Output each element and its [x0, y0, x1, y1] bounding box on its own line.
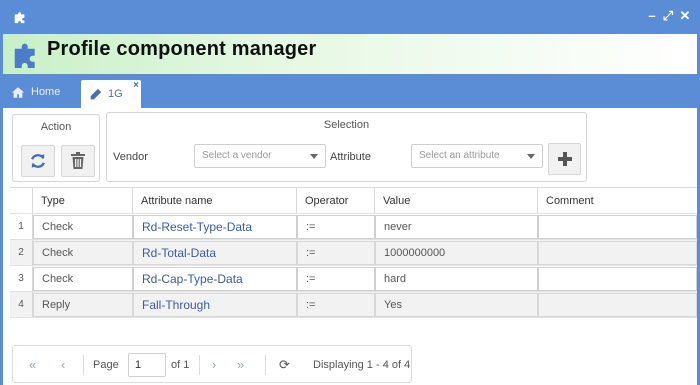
- row-number: 4: [10, 292, 33, 317]
- column-header-value[interactable]: Value: [375, 188, 538, 213]
- value-cell[interactable]: never: [375, 215, 538, 239]
- column-header-operator[interactable]: Operator: [297, 188, 375, 213]
- puzzle-logo-icon: [14, 43, 35, 68]
- refresh-icon: [31, 154, 45, 168]
- type-cell[interactable]: Check: [33, 215, 133, 239]
- type-cell[interactable]: Check: [33, 241, 133, 265]
- column-header-type[interactable]: Type: [33, 188, 133, 213]
- type-cell[interactable]: Reply: [33, 293, 133, 317]
- comment-cell[interactable]: [538, 267, 697, 291]
- tab-home-label: Home: [31, 86, 61, 98]
- comment-cell[interactable]: [538, 215, 697, 239]
- table-row[interactable]: 2 Check Rd-Total-Data := 1000000000: [10, 240, 697, 266]
- attribute-cell[interactable]: Rd-Total-Data: [133, 241, 297, 265]
- selection-group: Selection Vendor Select a vendor Attribu…: [106, 112, 587, 182]
- attribute-cell[interactable]: Fall-Through: [133, 293, 297, 317]
- operator-cell[interactable]: :=: [297, 215, 375, 239]
- column-header-comment[interactable]: Comment: [538, 188, 697, 213]
- operator-cell[interactable]: :=: [297, 293, 375, 317]
- attribute-label: Attribute: [330, 151, 371, 163]
- page-title: Profile component manager: [47, 38, 317, 60]
- type-cell[interactable]: Check: [33, 267, 133, 291]
- table-row[interactable]: 4 Reply Fall-Through := Yes: [10, 292, 697, 318]
- page-number-input[interactable]: 1: [128, 353, 166, 377]
- tab-1g[interactable]: 1G ×: [81, 80, 141, 108]
- table-row[interactable]: 1 Check Rd-Reset-Type-Data := never: [10, 214, 697, 240]
- column-header-attribute[interactable]: Attribute name: [133, 188, 297, 213]
- tab-home[interactable]: Home: [11, 82, 60, 102]
- chevron-down-icon: [527, 154, 535, 159]
- close-window-button[interactable]: ✕: [678, 9, 692, 23]
- app-window: – ⤢ ✕ Profile component manager Home 1G …: [0, 0, 700, 385]
- page-count: of 1: [171, 359, 190, 371]
- attribute-placeholder: Select an attribute: [419, 150, 500, 161]
- vendor-label: Vendor: [113, 151, 148, 163]
- selection-legend: Selection: [323, 119, 370, 131]
- action-group: Action: [12, 114, 100, 182]
- tab-1g-label: 1G: [108, 88, 123, 100]
- chevron-down-icon: [310, 154, 318, 159]
- trash-icon: [71, 152, 85, 169]
- add-attribute-button[interactable]: [548, 143, 581, 175]
- display-status: Displaying 1 - 4 of 4: [313, 359, 411, 371]
- delete-button[interactable]: [61, 145, 95, 177]
- minimize-button[interactable]: –: [645, 9, 659, 23]
- attributes-grid: Type Attribute name Operator Value Comme…: [10, 187, 697, 318]
- refresh-grid-icon[interactable]: ⟳: [279, 358, 290, 372]
- action-legend: Action: [40, 121, 72, 133]
- value-cell[interactable]: hard: [375, 267, 538, 291]
- operator-cell[interactable]: :=: [297, 241, 375, 265]
- page-header: Profile component manager: [3, 34, 697, 74]
- vendor-select[interactable]: Select a vendor: [194, 144, 326, 168]
- comment-cell[interactable]: [538, 293, 697, 317]
- prev-page-button[interactable]: ‹: [61, 358, 65, 372]
- refresh-button[interactable]: [21, 145, 55, 177]
- vendor-placeholder: Select a vendor: [202, 150, 272, 161]
- grid-header: Type Attribute name Operator Value Comme…: [10, 188, 697, 214]
- comment-cell[interactable]: [538, 241, 697, 265]
- paging-toolbar: « ‹ Page 1 of 1 › » ⟳ Displaying 1 - 4 o…: [12, 345, 412, 383]
- table-row[interactable]: 3 Check Rd-Cap-Type-Data := hard: [10, 266, 697, 292]
- tab-close-icon[interactable]: ×: [133, 81, 139, 91]
- plus-icon: [557, 152, 572, 166]
- attribute-cell[interactable]: Rd-Cap-Type-Data: [133, 267, 297, 291]
- row-number: 3: [10, 266, 33, 291]
- last-page-button[interactable]: »: [237, 358, 244, 372]
- first-page-button[interactable]: «: [29, 358, 36, 372]
- home-icon: [11, 86, 25, 98]
- attribute-select[interactable]: Select an attribute: [411, 144, 543, 168]
- value-cell[interactable]: Yes: [375, 293, 538, 317]
- value-cell[interactable]: 1000000000: [375, 241, 538, 265]
- window-titlebar: – ⤢ ✕: [3, 0, 697, 34]
- pencil-icon: [90, 88, 102, 99]
- row-number: 1: [10, 214, 33, 239]
- puzzle-icon: [14, 12, 25, 24]
- restore-button[interactable]: ⤢: [661, 9, 675, 23]
- page-label: Page: [93, 359, 119, 371]
- row-number: 2: [10, 240, 33, 265]
- next-page-button[interactable]: ›: [212, 358, 216, 372]
- tab-bar: Home 1G ×: [3, 74, 697, 108]
- operator-cell[interactable]: :=: [297, 267, 375, 291]
- attribute-cell[interactable]: Rd-Reset-Type-Data: [133, 215, 297, 239]
